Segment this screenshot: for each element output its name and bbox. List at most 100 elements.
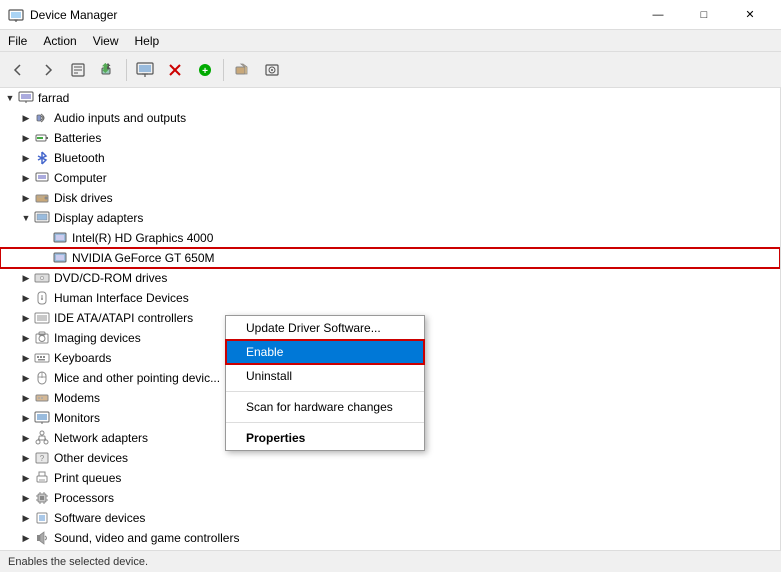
scan-icon bbox=[264, 62, 280, 78]
tree-root[interactable]: ▼ farrad bbox=[0, 88, 780, 108]
display-icon bbox=[136, 62, 154, 78]
software-label: Software devices bbox=[54, 511, 145, 525]
print-expand-icon: ▶ bbox=[18, 470, 34, 486]
forward-button[interactable] bbox=[34, 56, 62, 84]
hid-icon bbox=[34, 290, 50, 306]
mice-label: Mice and other pointing devic... bbox=[54, 371, 220, 385]
tree-item-computer[interactable]: ▶ Computer bbox=[0, 168, 780, 188]
svg-text:+: + bbox=[202, 66, 208, 77]
processors-label: Processors bbox=[54, 491, 114, 505]
monitor-icon bbox=[34, 410, 50, 426]
close-button[interactable]: ✕ bbox=[727, 0, 773, 30]
tree-item-nvidia-gpu[interactable]: NVIDIA GeForce GT 650M bbox=[0, 248, 780, 268]
intel-gpu-icon bbox=[52, 230, 68, 246]
processor-icon bbox=[34, 490, 50, 506]
toolbar-separator-2 bbox=[223, 59, 224, 81]
audio-icon bbox=[34, 110, 50, 126]
mice-expand-icon: ▶ bbox=[18, 370, 34, 386]
computer-expand-icon: ▶ bbox=[18, 170, 34, 186]
tree-panel[interactable]: ▼ farrad ▶ Audio inputs a bbox=[0, 88, 781, 550]
ctx-properties[interactable]: Properties bbox=[226, 426, 424, 450]
print-icon bbox=[34, 470, 50, 486]
menu-action[interactable]: Action bbox=[35, 32, 84, 50]
disk-label: Disk drives bbox=[54, 191, 113, 205]
ctx-uninstall[interactable]: Uninstall bbox=[226, 364, 424, 388]
update-driver-button[interactable] bbox=[94, 56, 122, 84]
disable-icon bbox=[167, 62, 183, 78]
display-folder-icon bbox=[34, 210, 50, 226]
bluetooth-expand-icon: ▶ bbox=[18, 150, 34, 166]
display-button[interactable] bbox=[131, 56, 159, 84]
nvidia-gpu-icon bbox=[52, 250, 68, 266]
tree-item-hid[interactable]: ▶ Human Interface Devices bbox=[0, 288, 780, 308]
hid-expand-icon: ▶ bbox=[18, 290, 34, 306]
ide-label: IDE ATA/ATAPI controllers bbox=[54, 311, 193, 325]
batteries-icon bbox=[34, 130, 50, 146]
tree-item-processors[interactable]: ▶ Processors bbox=[0, 488, 780, 508]
menu-bar: File Action View Help bbox=[0, 30, 781, 52]
scan-button[interactable] bbox=[258, 56, 286, 84]
menu-file[interactable]: File bbox=[0, 32, 35, 50]
root-label: farrad bbox=[38, 91, 69, 105]
intel-label: Intel(R) HD Graphics 4000 bbox=[72, 231, 213, 245]
tree-item-print[interactable]: ▶ Print queues bbox=[0, 468, 780, 488]
other-icon: ? bbox=[34, 450, 50, 466]
tree-item-software[interactable]: ▶ Software devices bbox=[0, 508, 780, 528]
enable-icon: + bbox=[197, 62, 213, 78]
enable-button[interactable]: + bbox=[191, 56, 219, 84]
back-button[interactable] bbox=[4, 56, 32, 84]
display-expand-icon: ▼ bbox=[18, 210, 34, 226]
sound-expand-icon: ▶ bbox=[18, 530, 34, 546]
title-bar-controls: — □ ✕ bbox=[635, 0, 773, 30]
properties-icon bbox=[70, 62, 86, 78]
keyboard-icon bbox=[34, 350, 50, 366]
root-expand-icon: ▼ bbox=[2, 90, 18, 106]
properties-button[interactable] bbox=[64, 56, 92, 84]
uninstall-button[interactable] bbox=[228, 56, 256, 84]
toolbar-separator-1 bbox=[126, 59, 127, 81]
batteries-label: Batteries bbox=[54, 131, 101, 145]
ctx-separator-2 bbox=[226, 422, 424, 423]
bluetooth-icon bbox=[34, 150, 50, 166]
computer-label: Computer bbox=[54, 171, 107, 185]
software-expand-icon: ▶ bbox=[18, 510, 34, 526]
processors-expand-icon: ▶ bbox=[18, 490, 34, 506]
audio-label: Audio inputs and outputs bbox=[54, 111, 186, 125]
keyboards-expand-icon: ▶ bbox=[18, 350, 34, 366]
modems-expand-icon: ▶ bbox=[18, 390, 34, 406]
tree-item-audio[interactable]: ▶ Audio inputs and outputs bbox=[0, 108, 780, 128]
tree-item-display[interactable]: ▼ Display adapters bbox=[0, 208, 780, 228]
toolbar: + bbox=[0, 52, 781, 88]
ctx-update-driver[interactable]: Update Driver Software... bbox=[226, 316, 424, 340]
tree-item-sound[interactable]: ▶ Sound, video and game controllers bbox=[0, 528, 780, 548]
nvidia-label: NVIDIA GeForce GT 650M bbox=[72, 251, 215, 265]
menu-view[interactable]: View bbox=[85, 32, 127, 50]
main-area: ▼ farrad ▶ Audio inputs a bbox=[0, 88, 781, 550]
maximize-button[interactable]: □ bbox=[681, 0, 727, 30]
svg-text:?: ? bbox=[40, 454, 45, 463]
tree-item-intel-gpu[interactable]: Intel(R) HD Graphics 4000 bbox=[0, 228, 780, 248]
tree-item-disk[interactable]: ▶ Disk drives bbox=[0, 188, 780, 208]
mouse-icon bbox=[34, 370, 50, 386]
forward-icon bbox=[40, 62, 56, 78]
tree-item-other[interactable]: ▶ ? Other devices bbox=[0, 448, 780, 468]
bluetooth-label: Bluetooth bbox=[54, 151, 105, 165]
monitors-label: Monitors bbox=[54, 411, 100, 425]
ctx-enable[interactable]: Enable bbox=[226, 340, 424, 364]
tree-item-dvd[interactable]: ▶ DVD/CD-ROM drives bbox=[0, 268, 780, 288]
ctx-separator-1 bbox=[226, 391, 424, 392]
minimize-button[interactable]: — bbox=[635, 0, 681, 30]
tree-item-bluetooth[interactable]: ▶ Bluetooth bbox=[0, 148, 780, 168]
ctx-scan[interactable]: Scan for hardware changes bbox=[226, 395, 424, 419]
batteries-expand-icon: ▶ bbox=[18, 130, 34, 146]
ide-icon bbox=[34, 310, 50, 326]
dvd-expand-icon: ▶ bbox=[18, 270, 34, 286]
dvd-label: DVD/CD-ROM drives bbox=[54, 271, 167, 285]
hid-label: Human Interface Devices bbox=[54, 291, 189, 305]
tree-item-batteries[interactable]: ▶ Batteries bbox=[0, 128, 780, 148]
disable-button[interactable] bbox=[161, 56, 189, 84]
tree-item-storage[interactable]: ▶ Storage controllers bbox=[0, 548, 780, 550]
imaging-expand-icon: ▶ bbox=[18, 330, 34, 346]
print-label: Print queues bbox=[54, 471, 121, 485]
menu-help[interactable]: Help bbox=[127, 32, 168, 50]
